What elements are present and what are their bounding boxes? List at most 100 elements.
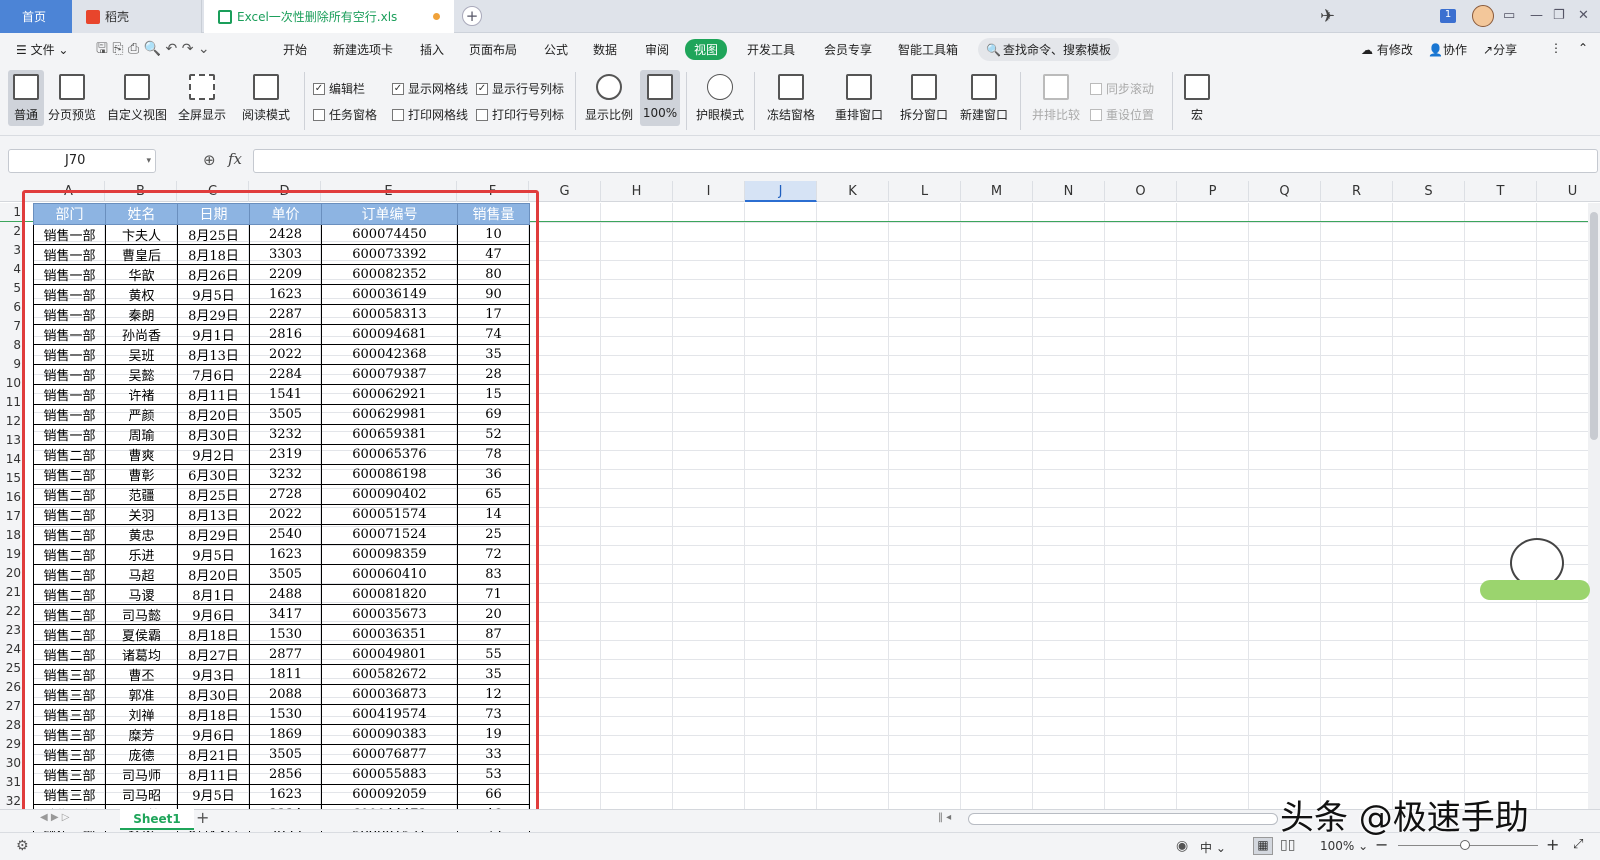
zoom-in-icon[interactable]: ⊕: [203, 151, 216, 169]
zoom-ratio-button[interactable]: 显示比例: [583, 70, 635, 123]
new-window-button[interactable]: 新建窗口: [958, 70, 1010, 123]
column-header-I[interactable]: I: [673, 181, 745, 202]
menu-review[interactable]: 审阅: [645, 41, 669, 58]
file-menu[interactable]: ☰ 文件 ⌄: [16, 41, 68, 58]
new-tab-button[interactable]: +: [462, 6, 482, 26]
row-header[interactable]: 27: [0, 697, 22, 716]
quick-access-toolbar[interactable]: 🖫 ⎘ ⎙ 🔍 ↶ ↷ ⌄: [96, 38, 210, 62]
page-preview-button[interactable]: 分页预览: [47, 70, 97, 123]
row-header[interactable]: 12: [0, 412, 22, 431]
row-header[interactable]: 17: [0, 507, 22, 526]
column-header-H[interactable]: H: [601, 181, 673, 202]
zoom-in-status-icon[interactable]: +: [1546, 835, 1559, 854]
show-rowcol-checkbox[interactable]: ✓ 显示行号列标: [476, 80, 564, 97]
column-header-U[interactable]: U: [1537, 181, 1600, 202]
sync-scroll-button[interactable]: 同步滚动: [1090, 80, 1154, 97]
restore-icon[interactable]: ❐: [1553, 8, 1565, 23]
row-header[interactable]: 1: [0, 203, 22, 222]
print-rowcol-checkbox[interactable]: 打印行号列标: [476, 106, 564, 123]
row-header[interactable]: 6: [0, 298, 22, 317]
row-header[interactable]: 29: [0, 735, 22, 754]
sheet-tab[interactable]: Sheet1: [120, 809, 194, 830]
scroll-left-icon[interactable]: ‖ ◂: [938, 812, 951, 823]
menu-new-tab[interactable]: 新建选项卡: [333, 41, 393, 58]
row-header[interactable]: 4: [0, 260, 22, 279]
window-tile-icon[interactable]: ▭: [1503, 8, 1515, 23]
column-header-P[interactable]: P: [1177, 181, 1249, 202]
macro-button[interactable]: 宏: [1180, 70, 1214, 123]
row-header[interactable]: 19: [0, 545, 22, 564]
split-window-button[interactable]: 拆分窗口: [898, 70, 950, 123]
row-header[interactable]: 20: [0, 564, 22, 583]
fx-icon[interactable]: fx: [228, 150, 242, 168]
collab-button[interactable]: 👤协作: [1428, 41, 1467, 58]
row-header[interactable]: 31: [0, 773, 22, 792]
full-screen-button[interactable]: 全屏显示: [176, 70, 228, 123]
column-header-M[interactable]: M: [961, 181, 1033, 202]
menu-smart-toolbox[interactable]: 智能工具箱: [898, 41, 958, 58]
zoom-slider-handle[interactable]: [1460, 840, 1470, 850]
eye-protect-icon[interactable]: ◉: [1176, 838, 1188, 854]
column-header-R[interactable]: R: [1321, 181, 1393, 202]
column-header-Q[interactable]: Q: [1249, 181, 1321, 202]
column-header-O[interactable]: O: [1105, 181, 1177, 202]
row-header[interactable]: 25: [0, 659, 22, 678]
row-header[interactable]: 16: [0, 488, 22, 507]
menu-member[interactable]: 会员专享: [824, 41, 872, 58]
row-header[interactable]: 28: [0, 716, 22, 735]
column-header-G[interactable]: G: [529, 181, 601, 202]
column-header-N[interactable]: N: [1033, 181, 1105, 202]
page-view-status-icon[interactable]: ▯▯: [1280, 837, 1295, 853]
column-header-K[interactable]: K: [817, 181, 889, 202]
row-header[interactable]: 2: [0, 222, 22, 241]
formula-input[interactable]: [253, 149, 1598, 173]
zoom-level[interactable]: 100% ⌄: [1320, 839, 1368, 853]
custom-view-button[interactable]: 自定义视图: [106, 70, 168, 123]
column-header-S[interactable]: S: [1393, 181, 1465, 202]
menu-formula[interactable]: 公式: [544, 41, 568, 58]
share-button[interactable]: ↗分享: [1483, 41, 1517, 58]
row-header[interactable]: 18: [0, 526, 22, 545]
row-header[interactable]: 15: [0, 469, 22, 488]
row-header[interactable]: 30: [0, 754, 22, 773]
macro-record-icon[interactable]: ⚙: [16, 838, 29, 854]
row-header[interactable]: 26: [0, 678, 22, 697]
name-box[interactable]: J70 ▾: [8, 149, 156, 173]
row-header[interactable]: 8: [0, 336, 22, 355]
close-icon[interactable]: ✕: [1578, 8, 1589, 23]
column-header-L[interactable]: L: [889, 181, 961, 202]
avatar[interactable]: [1472, 5, 1494, 27]
row-header[interactable]: 3: [0, 241, 22, 260]
row-header[interactable]: 22: [0, 602, 22, 621]
row-header[interactable]: 5: [0, 279, 22, 298]
rearrange-window-button[interactable]: 重排窗口: [830, 70, 888, 123]
menu-dev-tools[interactable]: 开发工具: [747, 41, 795, 58]
tab-file[interactable]: Excel一次性删除所有空行.xls: [204, 0, 454, 33]
row-header[interactable]: 11: [0, 393, 22, 412]
command-search[interactable]: 🔍 查找命令、搜索模板: [978, 38, 1119, 61]
menu-view[interactable]: 视图: [685, 39, 728, 60]
row-header[interactable]: 24: [0, 640, 22, 659]
menu-start[interactable]: 开始: [283, 41, 307, 58]
read-mode-button[interactable]: 阅读模式: [236, 70, 296, 123]
add-sheet-icon[interactable]: +: [196, 808, 209, 827]
sheet-nav-arrows[interactable]: ◀ ▶ ▷: [40, 812, 69, 823]
minimize-icon[interactable]: —: [1530, 8, 1543, 23]
row-header[interactable]: 14: [0, 450, 22, 469]
tab-daoke[interactable]: 稻壳: [72, 0, 202, 33]
row-header[interactable]: 13: [0, 431, 22, 450]
task-pane-checkbox[interactable]: 任务窗格: [313, 106, 377, 123]
compare-button[interactable]: 并排比较: [1030, 70, 1082, 123]
menu-insert[interactable]: 插入: [420, 41, 444, 58]
vertical-scroll-thumb[interactable]: [1590, 212, 1598, 440]
eye-mode-button[interactable]: 护眼模式: [694, 70, 746, 123]
column-header-T[interactable]: T: [1465, 181, 1537, 202]
row-header[interactable]: 10: [0, 374, 22, 393]
reset-position-button[interactable]: 重设位置: [1090, 106, 1154, 123]
collapse-ribbon-icon[interactable]: ⌃: [1578, 41, 1588, 55]
horizontal-scrollbar[interactable]: [968, 813, 1278, 825]
menu-data[interactable]: 数据: [593, 41, 617, 58]
print-grid-checkbox[interactable]: 打印网格线: [392, 106, 468, 123]
freeze-pane-button[interactable]: 冻结窗格: [762, 70, 820, 123]
menu-page-layout[interactable]: 页面布局: [469, 41, 517, 58]
